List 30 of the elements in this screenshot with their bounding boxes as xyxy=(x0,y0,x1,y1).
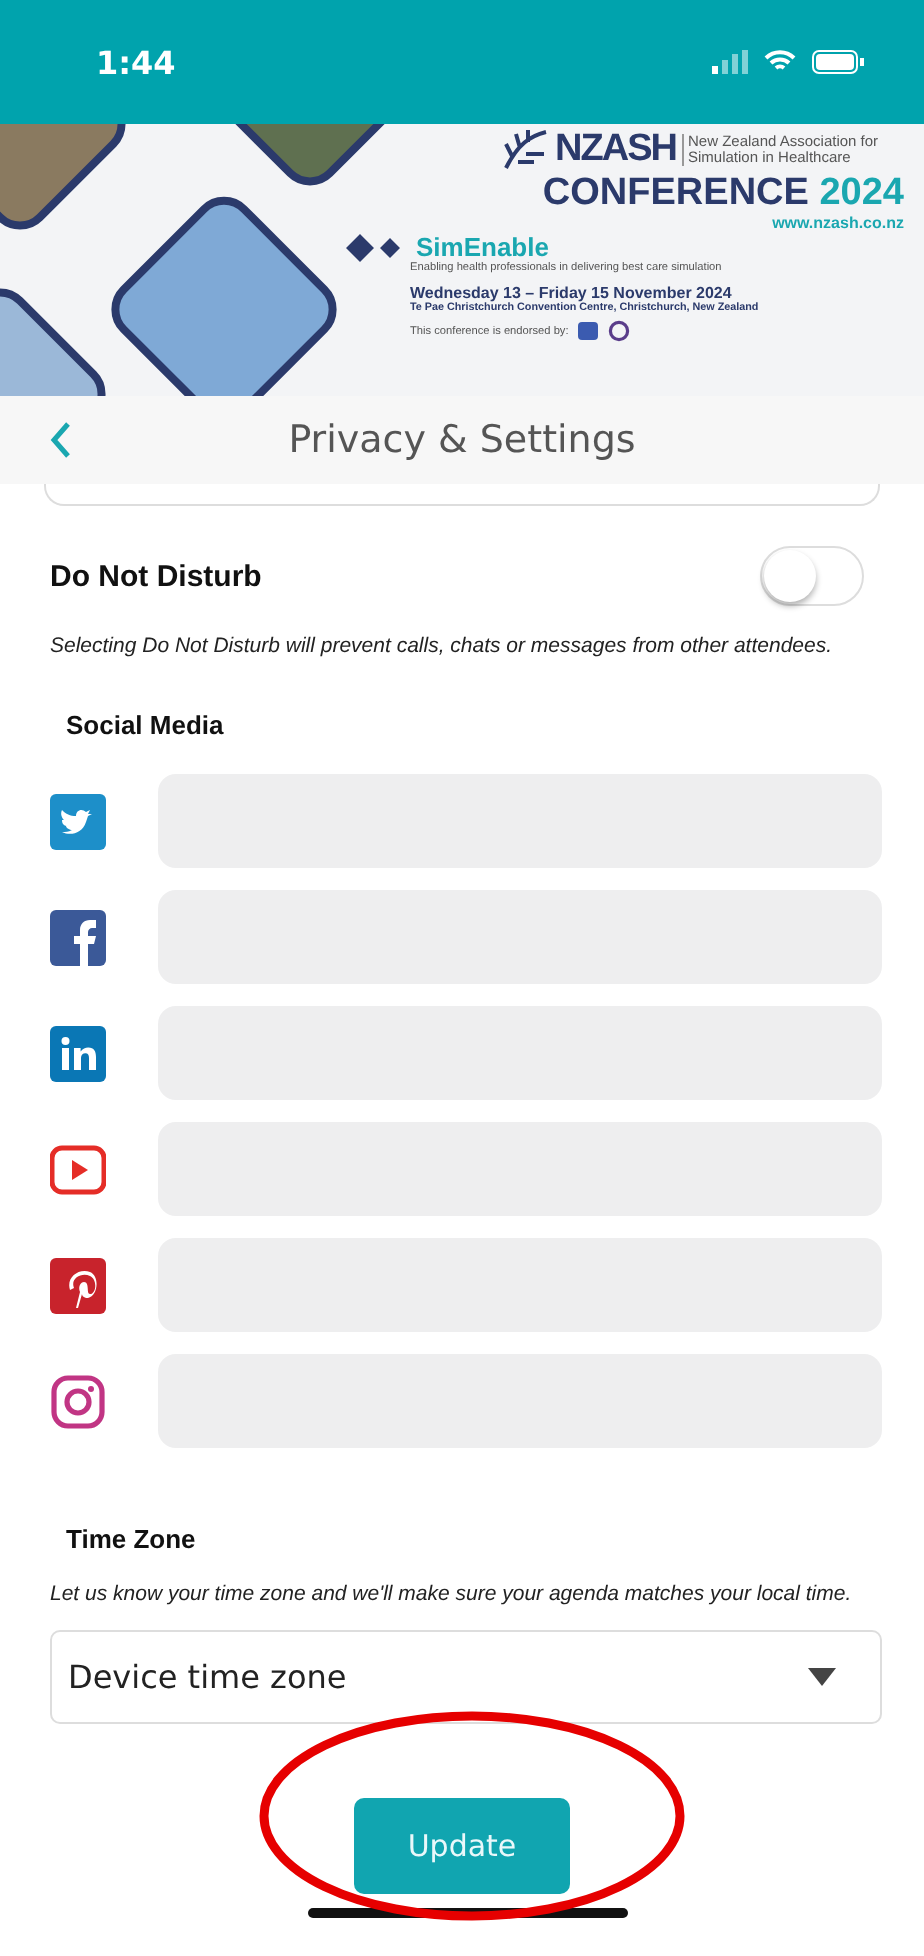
time-zone-dropdown[interactable]: Device time zone xyxy=(50,1630,882,1724)
theme-title: SimEnable xyxy=(416,232,549,262)
status-time: 1:44 xyxy=(96,43,176,81)
battery-icon xyxy=(812,50,864,74)
update-button[interactable]: Update xyxy=(354,1798,570,1894)
section-heading: Social Media xyxy=(64,710,226,740)
dropdown-caret-icon xyxy=(808,1668,836,1686)
event-dates: Wednesday 13 – Friday 15 November 2024 xyxy=(410,284,734,302)
instagram-icon xyxy=(50,1373,106,1429)
linkedin-icon xyxy=(50,1025,106,1081)
back-button[interactable] xyxy=(48,420,72,460)
ring-emblem-icon xyxy=(608,320,631,342)
signal-icon xyxy=(712,50,748,74)
website-link[interactable]: www.nzash.co.nz xyxy=(410,214,904,232)
setting-description: Selecting Do Not Disturb will prevent calls, chats or messages from other attendees. xyxy=(48,632,835,658)
setting-label: Do Not Disturb xyxy=(50,559,262,593)
section-heading: Time Zone xyxy=(64,1524,198,1554)
facebook-icon xyxy=(50,909,106,965)
youtube-icon xyxy=(50,1141,106,1197)
page-title: Privacy & Settings xyxy=(286,418,638,462)
crest-icon xyxy=(576,320,601,342)
diamonds-icon xyxy=(346,233,406,261)
wifi-icon xyxy=(764,50,796,74)
feather-logo-icon xyxy=(501,128,550,172)
twitter-icon xyxy=(50,793,106,849)
org-logo-text: NZASH xyxy=(555,128,676,172)
conference-title: CONFERENCE 2024 xyxy=(540,172,904,214)
toggle-switch[interactable] xyxy=(760,546,864,606)
section-description: Let us know your time zone and we'll make sure your agenda matches your local time. xyxy=(48,1580,854,1606)
pinterest-icon xyxy=(50,1257,106,1313)
